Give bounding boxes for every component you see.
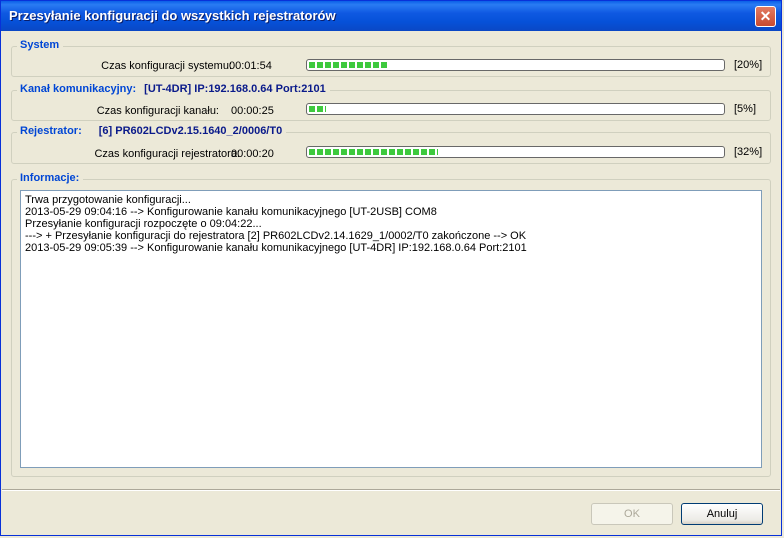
recorder-progress-bar [306, 146, 725, 158]
info-log[interactable]: Trwa przygotowanie konfiguracji... 2013-… [20, 190, 762, 468]
system-group: System Czas konfiguracji systemu: 00:01:… [11, 39, 771, 77]
channel-progress-fill [309, 106, 326, 112]
window-title: Przesyłanie konfiguracji do wszystkich r… [9, 8, 336, 23]
recorder-legend: Rejestrator: [6] PR602LCDv2.15.1640_2/000… [17, 125, 287, 137]
system-percent: [20%] [734, 59, 763, 71]
channel-percent: [5%] [734, 103, 757, 115]
recorder-time-label: Czas konfiguracji rejestratora: [94, 148, 240, 160]
log-line: 2013-05-29 09:05:39 --> Konfigurowanie k… [25, 242, 527, 254]
ok-button[interactable]: OK [591, 503, 673, 525]
system-progress-bar [306, 59, 725, 71]
log-line: 2013-05-29 09:04:16 --> Konfigurowanie k… [25, 206, 437, 218]
channel-group: Kanał komunikacyjny: [UT-4DR] IP:192.168.… [11, 83, 771, 121]
log-line: ---> + Przesyłanie konfiguracji do rejes… [25, 230, 527, 242]
log-line: Trwa przygotowanie konfiguracji... [25, 194, 191, 206]
log-line: Przesyłanie konfiguracji rozpoczęte o 09… [25, 218, 262, 230]
dialog-window: Przesyłanie konfiguracji do wszystkich r… [0, 0, 782, 536]
system-time-label: Czas konfiguracji systemu: [101, 60, 232, 72]
channel-detail: [UT-4DR] IP:192.168.0.64 Port:2101 [144, 83, 326, 95]
info-group: Informacje: Trwa przygotowanie konfigura… [11, 172, 771, 477]
recorder-detail: [6] PR602LCDv2.15.1640_2/0006/T0 [98, 125, 283, 137]
info-legend: Informacje: [17, 172, 84, 184]
recorder-percent: [32%] [734, 146, 763, 158]
system-progress-fill [309, 62, 389, 68]
title-bar[interactable]: Przesyłanie konfiguracji do wszystkich r… [1, 1, 781, 31]
channel-time-value: 00:00:25 [231, 105, 274, 117]
recorder-progress-fill [309, 149, 439, 155]
button-separator [2, 489, 780, 491]
channel-time-label: Czas konfiguracji kanału: [96, 105, 219, 117]
recorder-time-value: 00:00:20 [231, 148, 274, 160]
channel-legend: Kanał komunikacyjny: [UT-4DR] IP:192.168.… [17, 83, 330, 95]
channel-progress-bar [306, 103, 725, 115]
recorder-group: Rejestrator: [6] PR602LCDv2.15.1640_2/000… [11, 125, 771, 164]
system-legend: System [17, 39, 64, 51]
close-button[interactable]: ✕ [755, 6, 776, 27]
cancel-button[interactable]: Anuluj [681, 503, 763, 525]
close-icon: ✕ [759, 8, 772, 24]
system-time-value: 00:01:54 [229, 60, 272, 72]
